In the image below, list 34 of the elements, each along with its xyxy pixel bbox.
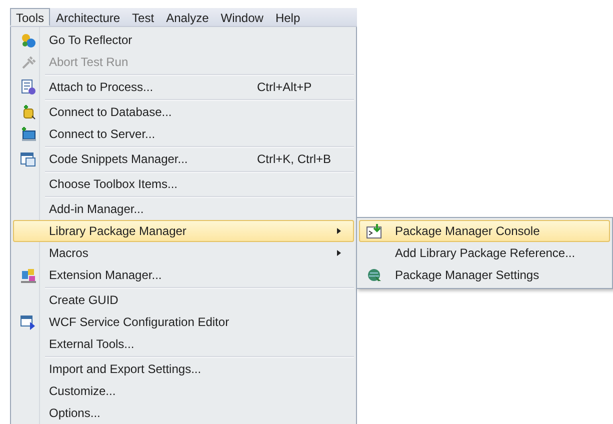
menu-item[interactable]: Create GUID [13,289,354,311]
shortcut-text: Ctrl+K, Ctrl+B [257,151,332,168]
window-arrows-icon [20,314,36,330]
shortcut-text: Ctrl+Alt+P [257,79,313,96]
menu-bar-item[interactable]: Architecture [50,8,126,26]
menu-item[interactable]: Options... [13,402,354,424]
menu-item[interactable]: Code Snippets Manager... Ctrl+K, Ctrl+B [13,148,354,170]
extension-blocks-icon [20,267,36,283]
menu-item[interactable]: Connect to Database... [13,101,354,123]
menu-item[interactable]: Choose Toolbox Items... [13,173,354,195]
gears-icon [20,32,36,48]
window-icon [20,151,36,167]
console-download-icon [366,223,382,239]
menu-item[interactable]: External Tools... [13,333,354,355]
menu-bar-item[interactable]: Analyze [160,8,215,26]
menu-item[interactable]: Extension Manager... [13,264,354,286]
menu-item[interactable]: Add-in Manager... [13,198,354,220]
menu-bar-item[interactable]: Test [126,8,160,26]
menu-item[interactable]: Macros [13,242,354,264]
menu-item[interactable]: Customize... [13,380,354,402]
menu-bar-item[interactable]: Window [214,8,270,26]
document-gear-icon [20,79,36,95]
menu-item[interactable]: Go To Reflector [13,29,354,51]
menu-bar-item[interactable]: Tools [10,8,50,26]
menu-item[interactable]: WCF Service Configuration Editor [13,311,354,333]
menu-item[interactable]: Library Package Manager [13,220,354,242]
monitor-plus-icon [20,126,36,142]
menu-item[interactable]: Connect to Server... [13,123,354,145]
submenu-item[interactable]: Package Manager Settings [359,264,610,286]
menu-bar-item[interactable]: Help [269,8,306,26]
submenu-item[interactable]: Package Manager Console [359,220,610,242]
menu-item[interactable]: Import and Export Settings... [13,358,354,380]
menu-item[interactable]: Attach to Process... Ctrl+Alt+P [13,76,354,98]
submenu-item[interactable]: Add Library Package Reference... [359,242,610,264]
